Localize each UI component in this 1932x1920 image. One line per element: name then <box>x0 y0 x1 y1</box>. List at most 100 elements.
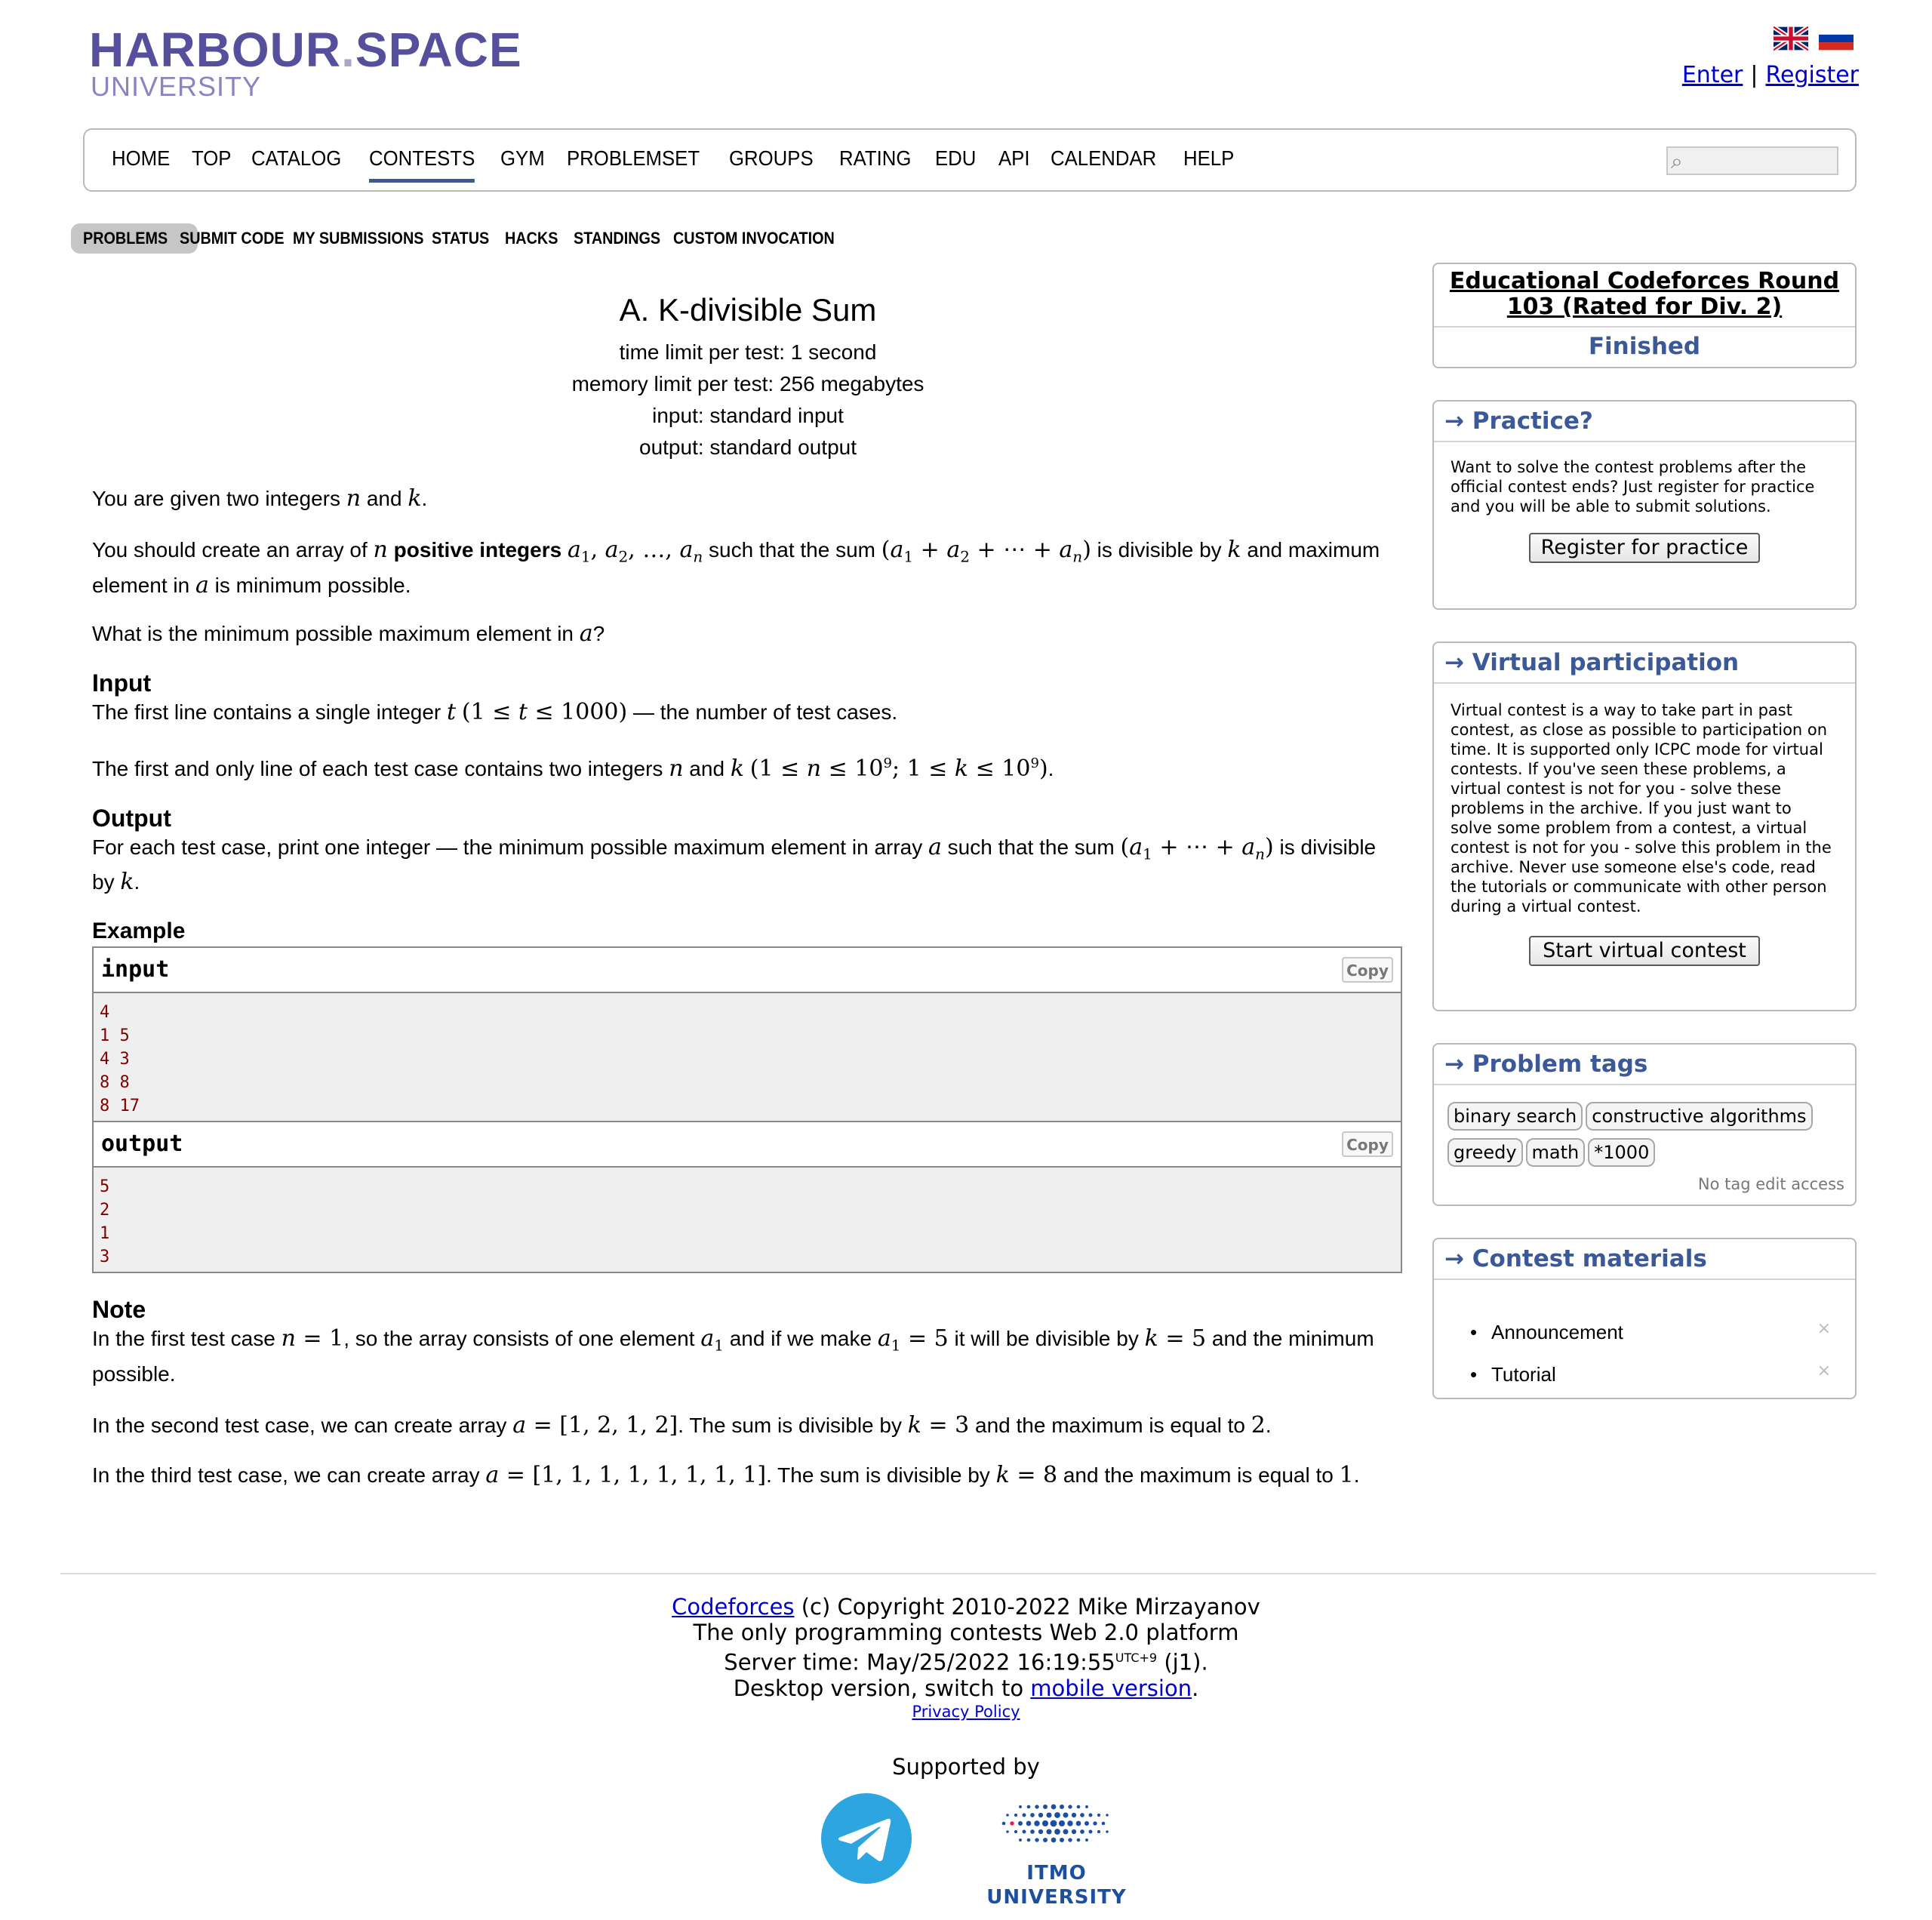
copy-input-button[interactable]: Copy <box>1342 957 1393 983</box>
sub-menu-custom-invocation[interactable]: CUSTOM INVOCATION <box>673 228 835 249</box>
contest-info-box: Educational Codeforces Round 103 (Rated … <box>1432 263 1857 368</box>
statement-paragraph: What is the minimum possible maximum ele… <box>92 620 605 647</box>
auth-links: Enter | Register <box>1682 60 1859 91</box>
copy-output-button[interactable]: Copy <box>1342 1131 1393 1158</box>
menu-item-help[interactable]: HELP <box>1183 145 1234 172</box>
mobile-version-link[interactable]: mobile version <box>1030 1675 1192 1701</box>
menu-item-calendar[interactable]: CALENDAR <box>1051 145 1156 172</box>
menu-item-api[interactable]: API <box>998 145 1030 172</box>
main-menu: HOME TOP CATALOG CONTESTS GYM PROBLEMSET… <box>83 128 1857 192</box>
english-flag-icon[interactable] <box>1774 26 1808 51</box>
search-input[interactable]: ⌕ <box>1666 146 1838 175</box>
telegram-logo-icon[interactable] <box>821 1793 912 1884</box>
sample-input-line: 8 8 <box>100 1073 130 1093</box>
sample-output-header: output Copy <box>94 1122 1401 1168</box>
statement-paragraph: You are given two integers n and k. <box>92 485 428 512</box>
server-time: Server time: May/25/2022 16:19:55UTC+9 (… <box>724 1649 1208 1675</box>
contest-materials-title: → Contest materials <box>1434 1239 1855 1280</box>
menu-item-rating[interactable]: RATING <box>839 145 911 172</box>
menu-item-home[interactable]: HOME <box>112 145 170 172</box>
menu-item-top[interactable]: TOP <box>192 145 231 172</box>
sub-menu-hacks[interactable]: HACKS <box>505 228 558 249</box>
output-paragraph: For each test case, print one integer — … <box>92 833 1377 896</box>
virtual-participation-box: → Virtual participation Virtual contest … <box>1432 642 1857 1011</box>
output-file: output: standard output <box>639 435 857 459</box>
input-paragraph: The first line contains a single integer… <box>92 698 898 725</box>
sample-output-label: output <box>101 1131 183 1158</box>
statement-paragraph: You should create an array of n positive… <box>92 537 1380 598</box>
sample-input-line: 1 5 <box>100 1026 130 1046</box>
sample-input-line: 4 3 <box>100 1050 130 1069</box>
menu-item-problemset[interactable]: PROBLEMSET <box>567 145 700 172</box>
footer: Codeforces (c) Copyright 2010-2022 Mike … <box>0 1594 1932 1722</box>
note-paragraph: In the third test case, we can create ar… <box>92 1461 1360 1488</box>
tag-math[interactable]: math <box>1525 1138 1586 1167</box>
sample-input-label: input <box>101 956 170 983</box>
sub-menu-my-submissions[interactable]: MY SUBMISSIONS <box>293 228 423 249</box>
platform-text: The only programming contests Web 2.0 pl… <box>693 1620 1239 1645</box>
sample-input-line: 8 17 <box>100 1097 140 1116</box>
harbour-space-logo[interactable]: HARBOUR.SPACE <box>89 23 522 77</box>
sub-menu-problems[interactable]: PROBLEMS <box>83 228 168 249</box>
time-limit: time limit per test: 1 second <box>619 340 877 364</box>
sub-menu-status[interactable]: STATUS <box>432 228 489 249</box>
problem-statement: A. K-divisible Sum time limit per test: … <box>92 287 1404 1490</box>
sample-input-line: 4 <box>100 1003 110 1023</box>
note-paragraph: In the second test case, we can create a… <box>92 1411 1272 1438</box>
menu-item-contests[interactable]: CONTESTS <box>368 145 475 183</box>
menu-item-gym[interactable]: GYM <box>500 145 545 172</box>
practice-title: → Practice? <box>1434 402 1855 442</box>
tag-binary-search[interactable]: binary search <box>1447 1102 1583 1131</box>
sample-input-header: input Copy <box>94 948 1401 994</box>
sub-menu-submit-code[interactable]: SUBMIT CODE <box>180 228 285 249</box>
material-announcement-link[interactable]: Announcement <box>1470 1319 1623 1345</box>
material-tutorial-link[interactable]: Tutorial <box>1470 1362 1556 1387</box>
sample-output-body: 5 2 1 3 <box>94 1168 1401 1272</box>
remove-announcement-icon[interactable]: × <box>1817 1319 1831 1338</box>
sample-input-body: 4 1 5 4 3 8 8 8 17 <box>94 993 1401 1123</box>
contest-name-link[interactable]: Educational Codeforces Round 103 (Rated … <box>1450 268 1839 320</box>
sample-output-line: 5 <box>100 1177 110 1197</box>
memory-limit: memory limit per test: 256 megabytes <box>571 372 924 395</box>
problem-tags-box: → Problem tags binary search constructive… <box>1432 1043 1857 1206</box>
sample-test: input Copy 4 1 5 4 3 8 8 8 17 output Cop… <box>92 946 1402 1274</box>
menu-item-edu[interactable]: EDU <box>935 145 976 172</box>
sub-menu-standings[interactable]: STANDINGS <box>574 228 660 249</box>
virtual-participation-text: Virtual contest is a way to take part in… <box>1451 701 1832 915</box>
problem-title: A. K-divisible Sum <box>619 292 877 328</box>
remove-tutorial-icon[interactable]: × <box>1817 1362 1831 1380</box>
auth-separator: | <box>1750 62 1758 88</box>
tag-constructive-algorithms[interactable]: constructive algorithms <box>1586 1102 1813 1131</box>
itmo-logo-icon[interactable] <box>989 1798 1124 1851</box>
practice-box: → Practice? Want to solve the contest pr… <box>1432 400 1857 610</box>
input-file: input: standard input <box>652 404 844 427</box>
tag-edit-note: No tag edit access <box>1697 1175 1844 1193</box>
sample-output-line: 2 <box>100 1201 110 1220</box>
start-virtual-contest-button[interactable]: Start virtual contest <box>1529 936 1760 966</box>
tag-greedy[interactable]: greedy <box>1447 1138 1523 1167</box>
practice-text: Want to solve the contest problems after… <box>1451 458 1815 515</box>
input-section-title: Input <box>92 669 152 697</box>
russian-flag-icon[interactable] <box>1819 26 1854 51</box>
register-practice-button[interactable]: Register for practice <box>1529 533 1760 563</box>
example-title: Example <box>92 918 186 944</box>
codeforces-link[interactable]: Codeforces <box>672 1594 794 1620</box>
itmo-university-label: ITMO UNIVERSITY <box>986 1862 1127 1909</box>
privacy-policy-link[interactable]: Privacy Policy <box>912 1703 1020 1721</box>
sample-output-line: 3 <box>100 1248 110 1267</box>
sample-output-line: 1 <box>100 1224 110 1244</box>
tag-difficulty[interactable]: *1000 <box>1588 1138 1656 1167</box>
input-paragraph: The first and only line of each test cas… <box>92 755 1054 782</box>
footer-divider <box>60 1573 1876 1574</box>
supported-by-label: Supported by <box>892 1754 1040 1780</box>
virtual-participation-title: → Virtual participation <box>1434 643 1855 684</box>
menu-item-groups[interactable]: GROUPS <box>729 145 814 172</box>
note-title: Note <box>92 1296 146 1324</box>
output-section-title: Output <box>92 804 171 832</box>
problem-tags-title: → Problem tags <box>1434 1045 1855 1085</box>
menu-item-catalog[interactable]: CATALOG <box>251 145 341 172</box>
register-link[interactable]: Register <box>1765 62 1859 88</box>
enter-link[interactable]: Enter <box>1682 62 1743 88</box>
contest-materials-box: → Contest materials Announcement × Tutor… <box>1432 1238 1857 1399</box>
note-paragraph: In the first test case n = 1, so the arr… <box>92 1325 1374 1386</box>
